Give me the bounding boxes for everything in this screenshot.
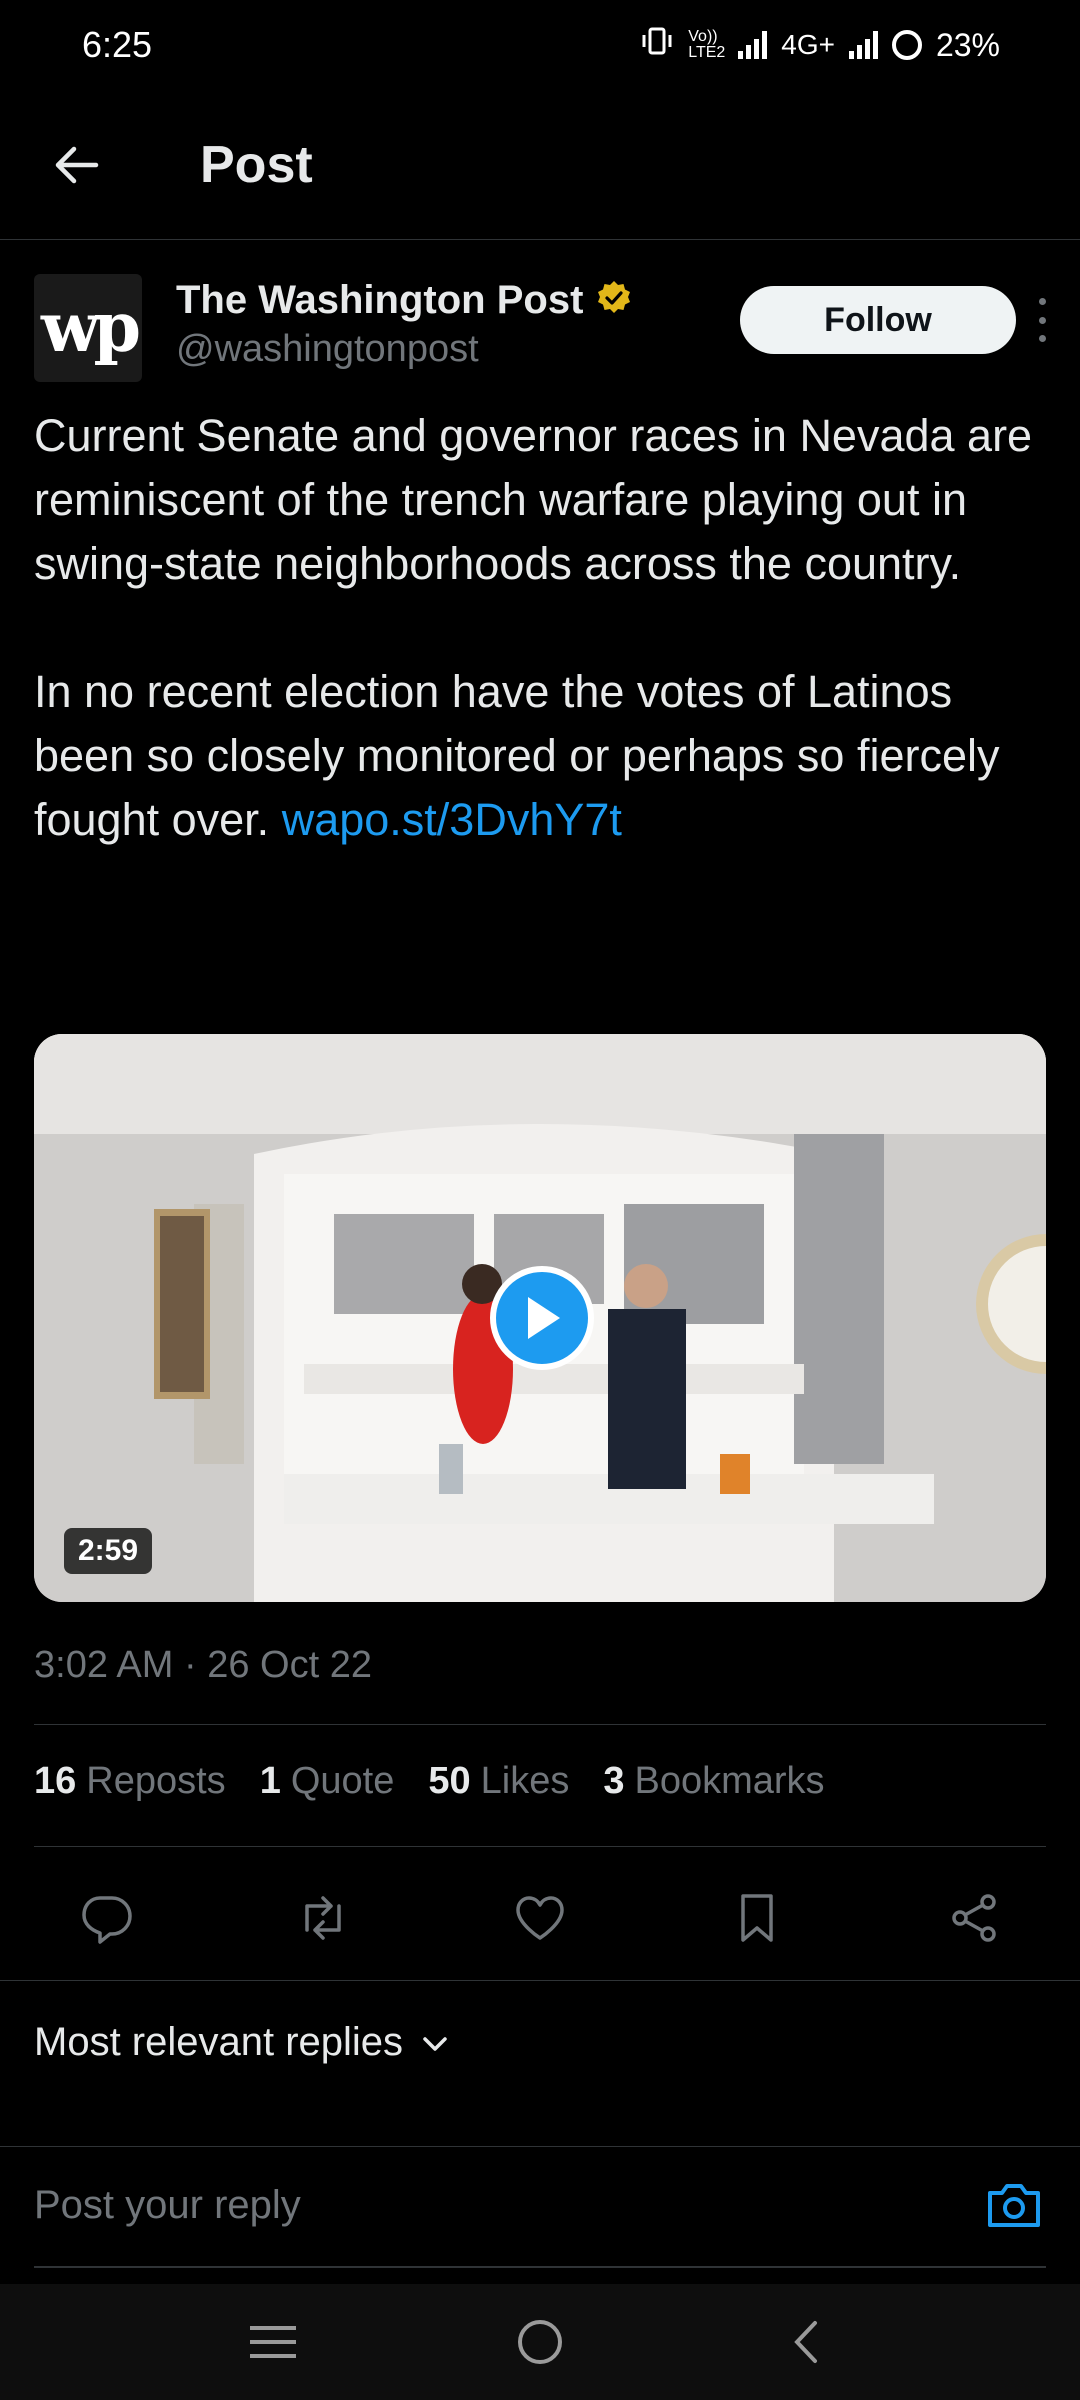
recent-apps-icon[interactable] — [233, 2312, 313, 2372]
repost-icon[interactable] — [293, 1888, 353, 1948]
share-icon[interactable] — [944, 1888, 1004, 1948]
status-icons: Vo)) LTE2 4G+ 23% — [640, 26, 1000, 64]
back-arrow-icon[interactable] — [36, 125, 116, 205]
author-name[interactable]: The Washington Post — [176, 278, 583, 323]
verified-badge-icon — [595, 279, 633, 322]
stat-reposts[interactable]: 16 Reposts — [34, 1760, 226, 1803]
follow-button[interactable]: Follow — [740, 286, 1016, 354]
post-text: Current Senate and governor races in Nev… — [34, 404, 1054, 852]
replies-sort-dropdown[interactable]: Most relevant replies — [34, 2020, 449, 2065]
stat-likes[interactable]: 50 Likes — [428, 1760, 569, 1803]
author-handle[interactable]: @washingtonpost — [176, 328, 479, 371]
status-time: 6:25 — [82, 24, 153, 65]
post-actions — [34, 1878, 1046, 1958]
signal-icon-2 — [848, 31, 878, 59]
stat-reposts-label: Reposts — [86, 1760, 226, 1802]
more-options-icon[interactable] — [1034, 298, 1050, 342]
divider — [34, 1846, 1046, 1847]
home-icon[interactable] — [500, 2312, 580, 2372]
signal-icon — [738, 31, 768, 59]
camera-icon[interactable] — [984, 2177, 1044, 2233]
stat-quotes-count: 1 — [259, 1760, 281, 1802]
like-icon[interactable] — [510, 1888, 570, 1948]
stat-bookmarks-count: 3 — [603, 1760, 625, 1802]
page-title: Post — [200, 135, 313, 194]
divider — [0, 1980, 1080, 1981]
avatar[interactable]: wp — [34, 274, 142, 382]
post-link[interactable]: wapo.st/​3DvhY7t — [282, 794, 622, 845]
post-paragraph-1: Current Senate and governor races in Nev… — [34, 410, 1033, 589]
battery-saver-icon — [891, 30, 922, 60]
video-duration: 2:59 — [64, 1528, 153, 1574]
system-nav-bar — [0, 2284, 1080, 2400]
stat-bookmarks-label: Bookmarks — [634, 1760, 825, 1802]
volte-icon: Vo)) LTE2 — [688, 28, 726, 61]
battery-percent: 23% — [935, 26, 1000, 63]
stat-quotes-label: Quote — [290, 1760, 395, 1802]
author-name-row: The Washington Post — [176, 278, 633, 323]
post-stats: 16 Reposts 1 Quote 50 Likes 3 Bookmarks — [34, 1760, 825, 1803]
reply-input-underline — [34, 2266, 1046, 2268]
video-player[interactable]: 2:59 — [34, 1034, 1046, 1602]
stat-likes-label: Likes — [480, 1760, 570, 1802]
chevron-down-icon — [421, 2020, 449, 2065]
replies-sort-label: Most relevant replies — [34, 2020, 404, 2064]
reply-composer: Post your reply — [0, 2146, 1080, 2266]
reply-input[interactable]: Post your reply — [34, 2183, 301, 2228]
stat-likes-count: 50 — [428, 1760, 471, 1802]
top-app-bar: Post — [0, 90, 1080, 240]
vibrate-icon — [640, 26, 674, 64]
status-bar: 6:25 Vo)) LTE2 4G+ 23% — [0, 0, 1080, 90]
post-timestamp: 3:02 AM · 26 Oct 22 — [34, 1644, 372, 1686]
bookmark-icon[interactable] — [727, 1888, 787, 1948]
post-paragraph-2: In no recent election have the votes of … — [34, 660, 1054, 852]
stat-bookmarks[interactable]: 3 Bookmarks — [603, 1760, 824, 1803]
stat-quotes[interactable]: 1 Quote — [260, 1760, 395, 1803]
system-back-icon[interactable] — [767, 2312, 847, 2372]
network-type: 4G+ — [781, 29, 835, 60]
play-icon[interactable] — [490, 1266, 594, 1370]
divider — [34, 1724, 1046, 1725]
avatar-logo-text: wp — [40, 288, 141, 368]
post-author: wp The Washington Post @washingtonpost F… — [34, 274, 1046, 384]
reply-icon[interactable] — [76, 1888, 136, 1948]
stat-reposts-count: 16 — [34, 1760, 77, 1802]
